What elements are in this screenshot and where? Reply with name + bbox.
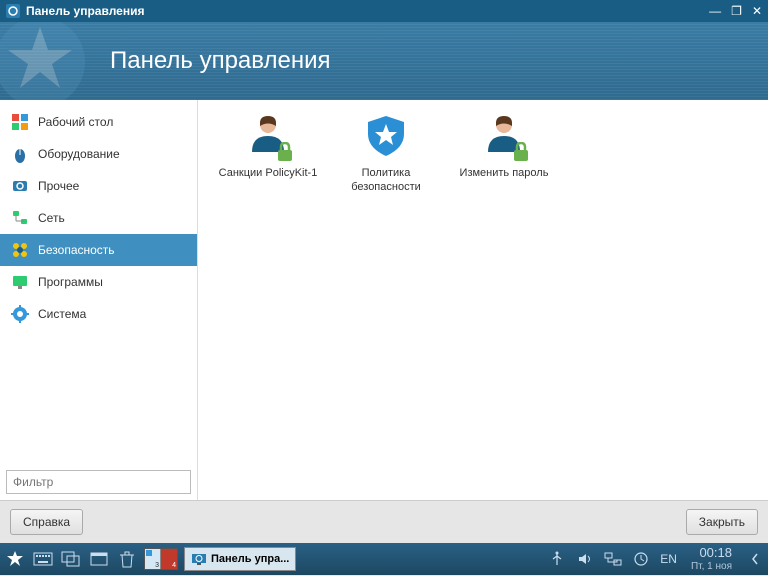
window-title: Панель управления bbox=[26, 4, 709, 18]
trash-icon[interactable] bbox=[116, 548, 138, 570]
taskbar-app-label: Панель упра... bbox=[211, 553, 289, 565]
app-task-icon bbox=[191, 551, 207, 567]
sidebar-item-other[interactable]: Прочее bbox=[0, 170, 197, 202]
windows-icon[interactable] bbox=[60, 548, 82, 570]
close-window-button[interactable]: ✕ bbox=[752, 4, 762, 18]
sidebar-item-network[interactable]: Сеть bbox=[0, 202, 197, 234]
sidebar-item-hardware[interactable]: Оборудование bbox=[0, 138, 197, 170]
sidebar-list: Рабочий стол Оборудование Прочее Сеть bbox=[0, 100, 197, 464]
page-title: Панель управления bbox=[110, 47, 330, 75]
app-body: Рабочий стол Оборудование Прочее Сеть bbox=[0, 100, 768, 500]
desktop-icon bbox=[10, 112, 30, 132]
shield-star-icon bbox=[362, 112, 410, 160]
keyboard-icon[interactable] bbox=[32, 548, 54, 570]
network-icon bbox=[10, 208, 30, 228]
sync-icon[interactable] bbox=[632, 550, 650, 568]
volume-icon[interactable] bbox=[576, 550, 594, 568]
sidebar-item-label: Сеть bbox=[38, 211, 65, 225]
window-titlebar: Панель управления — ❐ ✕ bbox=[0, 0, 768, 22]
sidebar: Рабочий стол Оборудование Прочее Сеть bbox=[0, 100, 198, 500]
chevron-left-icon[interactable] bbox=[746, 550, 764, 568]
mouse-icon bbox=[10, 144, 30, 164]
show-desktop-icon[interactable] bbox=[88, 548, 110, 570]
sidebar-item-label: Система bbox=[38, 307, 86, 321]
shield-icon bbox=[10, 240, 30, 260]
header-star-icon bbox=[0, 22, 90, 100]
user-lock-icon bbox=[480, 112, 528, 160]
sidebar-item-system[interactable]: Система bbox=[0, 298, 197, 330]
header-banner: Панель управления bbox=[0, 22, 768, 100]
minimize-button[interactable]: — bbox=[709, 4, 721, 18]
clock-date: Пт, 1 ноя bbox=[691, 561, 732, 572]
filter-box bbox=[6, 470, 191, 494]
usb-icon[interactable] bbox=[548, 550, 566, 568]
close-button[interactable]: Закрыть bbox=[686, 509, 758, 535]
content-item-security-policy[interactable]: Политика безопасности bbox=[336, 112, 436, 195]
network-tray-icon[interactable] bbox=[604, 550, 622, 568]
taskbar: 3 4 Панель упра... EN 00:18 Пт, 1 ноя bbox=[0, 543, 768, 575]
app-icon bbox=[6, 4, 20, 18]
workspace-switcher[interactable]: 3 4 bbox=[144, 548, 178, 570]
start-menu-icon[interactable] bbox=[4, 548, 26, 570]
language-indicator[interactable]: EN bbox=[660, 552, 677, 566]
sidebar-item-desktop[interactable]: Рабочий стол bbox=[0, 106, 197, 138]
sidebar-item-label: Оборудование bbox=[38, 147, 120, 161]
gear-icon bbox=[10, 176, 30, 196]
system-gear-icon bbox=[10, 304, 30, 324]
sidebar-item-programs[interactable]: Программы bbox=[0, 266, 197, 298]
content-item-label: Санкции PolicyKit-1 bbox=[218, 166, 318, 180]
content-area: Санкции PolicyKit-1 Политика безопасност… bbox=[198, 100, 768, 500]
clock[interactable]: 00:18 Пт, 1 ноя bbox=[687, 546, 736, 571]
taskbar-app-control-panel[interactable]: Панель упра... bbox=[184, 547, 296, 571]
bottom-bar: Справка Закрыть bbox=[0, 500, 768, 543]
user-lock-icon bbox=[244, 112, 292, 160]
clock-time: 00:18 bbox=[691, 546, 732, 560]
content-item-label: Изменить пароль bbox=[454, 166, 554, 180]
content-item-policykit[interactable]: Санкции PolicyKit-1 bbox=[218, 112, 318, 180]
workspace-2[interactable]: 4 bbox=[161, 549, 177, 569]
content-item-label: Политика безопасности bbox=[336, 166, 436, 195]
sidebar-item-security[interactable]: Безопасность bbox=[0, 234, 197, 266]
content-item-change-password[interactable]: Изменить пароль bbox=[454, 112, 554, 180]
sidebar-item-label: Программы bbox=[38, 275, 103, 289]
filter-input[interactable] bbox=[7, 471, 190, 493]
help-button[interactable]: Справка bbox=[10, 509, 83, 535]
programs-icon bbox=[10, 272, 30, 292]
workspace-1[interactable]: 3 bbox=[145, 549, 161, 569]
maximize-button[interactable]: ❐ bbox=[731, 4, 742, 18]
sidebar-item-label: Безопасность bbox=[38, 243, 115, 257]
sidebar-item-label: Рабочий стол bbox=[38, 115, 113, 129]
sidebar-item-label: Прочее bbox=[38, 179, 79, 193]
